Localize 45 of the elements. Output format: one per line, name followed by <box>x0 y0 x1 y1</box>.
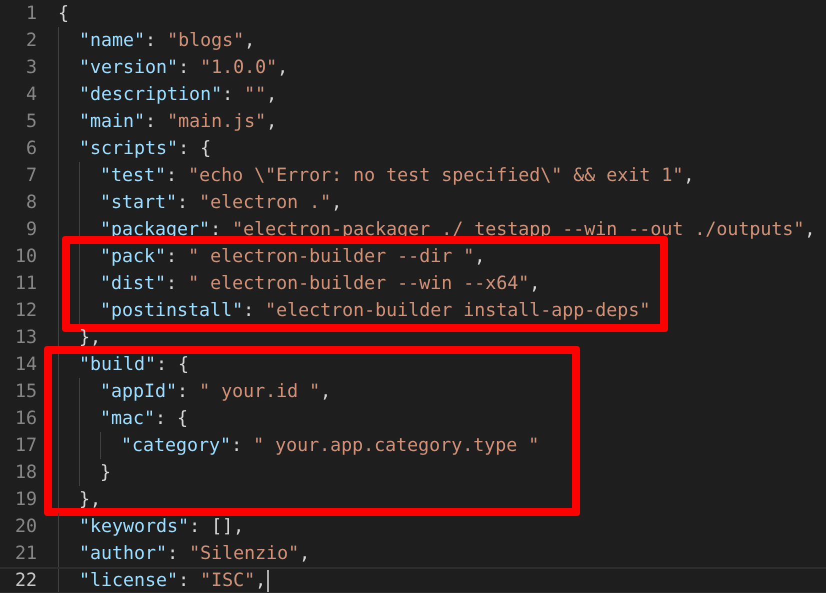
line-number: 13 <box>14 327 37 348</box>
line-number: 4 <box>24 84 37 105</box>
code-line: "scripts": { <box>79 137 212 161</box>
line-number: 18 <box>14 462 37 483</box>
line-number: 2 <box>24 30 37 51</box>
code-line: }, <box>79 326 102 350</box>
line-number: 7 <box>24 165 37 186</box>
line-number: 10 <box>14 246 37 267</box>
line-number: 20 <box>14 516 37 537</box>
line-number: 16 <box>14 408 37 429</box>
line-number: 12 <box>14 300 37 321</box>
code-line: "packager": "electron-packager ./ testapp --win --out ./outputs", <box>100 218 816 242</box>
code-line: }, <box>79 488 102 512</box>
code-line: "dist": " electron-builder --win --x64", <box>100 272 540 296</box>
code-line: "keywords": [], <box>79 515 244 539</box>
line-number: 22 <box>14 570 37 591</box>
code-line: "description": "", <box>79 83 278 107</box>
line-number: 14 <box>14 354 37 375</box>
code-line: "version": "1.0.0", <box>79 56 288 80</box>
line-number: 11 <box>14 273 37 294</box>
code-line: "appId": " your.id ", <box>100 380 332 404</box>
line-number: 6 <box>24 138 37 159</box>
line-number: 19 <box>14 489 37 510</box>
code-line: { <box>58 2 70 26</box>
code-line: "main": "main.js", <box>79 110 278 134</box>
line-number: 5 <box>24 111 37 132</box>
code-line: "postinstall": "electron-builder install-app-deps" <box>100 299 650 323</box>
text-cursor <box>267 570 270 592</box>
code-line: "build": { <box>79 353 190 377</box>
line-number: 1 <box>24 3 37 24</box>
code-line: "name": "blogs", <box>79 29 256 53</box>
line-number: 3 <box>24 57 37 78</box>
line-number: 17 <box>14 435 37 456</box>
line-number: 9 <box>24 219 37 240</box>
code-line: "test": "echo \"Error: no test specified\" && exit 1", <box>100 164 694 188</box>
code-line: "start": "electron .", <box>100 191 342 215</box>
line-number: 21 <box>14 543 37 564</box>
code-line: "author": "Silenzio", <box>79 542 310 566</box>
code-line: } <box>100 461 112 485</box>
line-number: 8 <box>24 192 37 213</box>
line-number: 15 <box>14 381 37 402</box>
code-line: "mac": { <box>100 407 188 431</box>
code-line: "category": " your.app.category.type " <box>121 434 540 458</box>
code-line: "license": "ISC", <box>79 569 266 593</box>
code-line: "pack": " electron-builder --dir ", <box>100 245 486 269</box>
